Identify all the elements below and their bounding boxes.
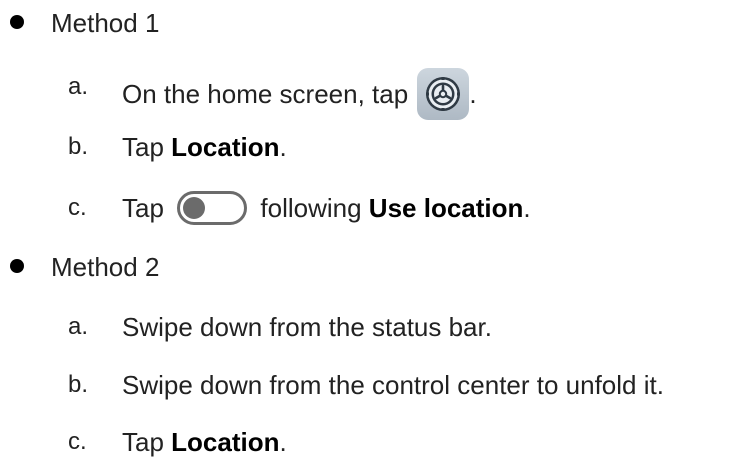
step-text-middle: following	[260, 193, 369, 223]
location-label: Location	[171, 427, 280, 457]
settings-gear-icon	[417, 68, 470, 120]
method-2-step-c: Tap Location.	[122, 425, 287, 459]
method-1-title: Method 1	[51, 8, 160, 38]
method-2-step-b: Swipe down from the control center to un…	[122, 370, 664, 400]
step-text: Tap	[122, 427, 172, 457]
location-label: Location	[171, 132, 280, 162]
use-location-label: Use location	[368, 193, 524, 223]
step-text-end: .	[279, 427, 287, 457]
step-text: Tap	[122, 132, 172, 162]
step-marker: c.	[68, 194, 87, 221]
method-2-step-a: Swipe down from the status bar.	[122, 312, 492, 342]
step-marker: c.	[68, 428, 87, 455]
bullet-method-1	[10, 15, 24, 29]
method-1-step-c: Tap following Use location.	[122, 191, 531, 227]
method-2-title: Method 2	[51, 252, 160, 282]
step-text: Tap	[122, 193, 164, 223]
step-marker: b.	[68, 371, 89, 398]
method-1-step-a: On the home screen, tap .	[122, 68, 477, 122]
step-text-end: .	[523, 193, 531, 223]
toggle-knob	[183, 197, 206, 220]
step-text-end: .	[279, 132, 287, 162]
step-text: On the home screen, tap	[122, 78, 409, 109]
step-text-end: .	[469, 78, 477, 109]
bullet-method-2	[10, 259, 24, 273]
step-marker: a.	[68, 73, 89, 100]
toggle-switch-icon	[177, 191, 248, 226]
method-1-step-b: Tap Location.	[122, 130, 287, 164]
step-marker: a.	[68, 313, 89, 340]
step-marker: b.	[68, 133, 89, 160]
